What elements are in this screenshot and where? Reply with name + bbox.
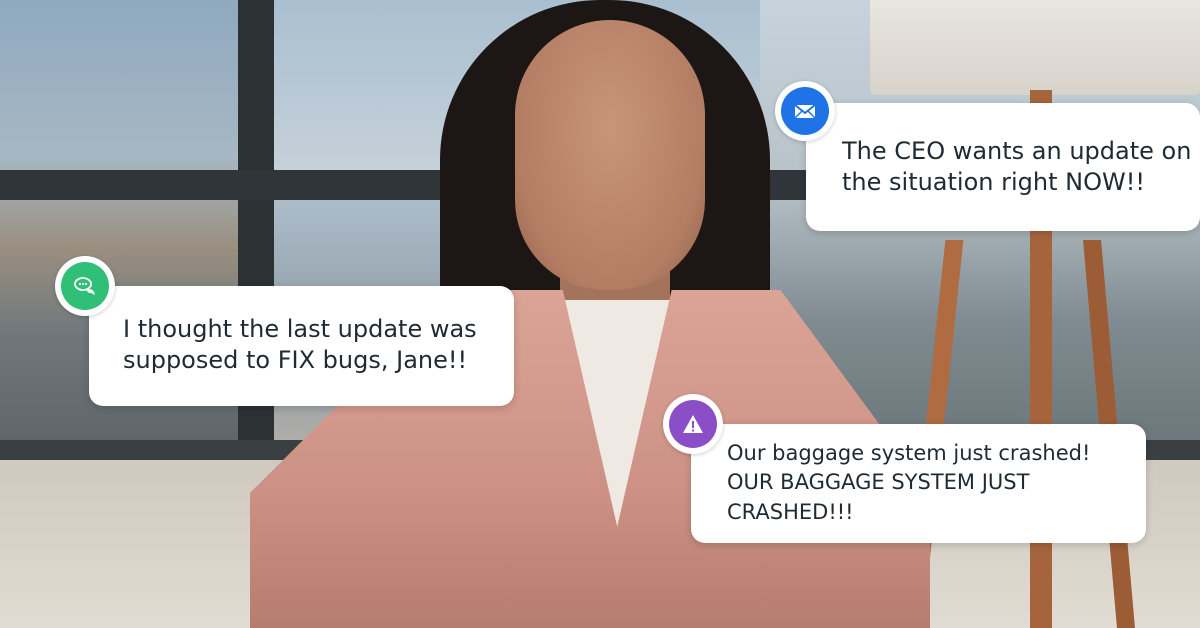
- notification-bubble-email: The CEO wants an update on the situation…: [806, 103, 1200, 231]
- notification-text: I thought the last update was supposed t…: [123, 315, 477, 375]
- person-face: [515, 20, 705, 290]
- warning-triangle-icon: [669, 400, 717, 448]
- envelope-icon: [781, 87, 829, 135]
- notification-bubble-chat: I thought the last update was supposed t…: [89, 286, 514, 406]
- lamp-shade: [870, 0, 1200, 95]
- notification-badge-email: [775, 81, 835, 141]
- notification-text: The CEO wants an update on the situation…: [842, 137, 1192, 197]
- notification-text: Our baggage system just crashed! OUR BAG…: [727, 441, 1091, 524]
- notification-badge-chat: [55, 256, 115, 316]
- notification-badge-warning: [663, 394, 723, 454]
- photo-scene: The CEO wants an update on the situation…: [0, 0, 1200, 628]
- notification-bubble-warning: Our baggage system just crashed! OUR BAG…: [691, 424, 1146, 543]
- chat-bubbles-icon: [61, 262, 109, 310]
